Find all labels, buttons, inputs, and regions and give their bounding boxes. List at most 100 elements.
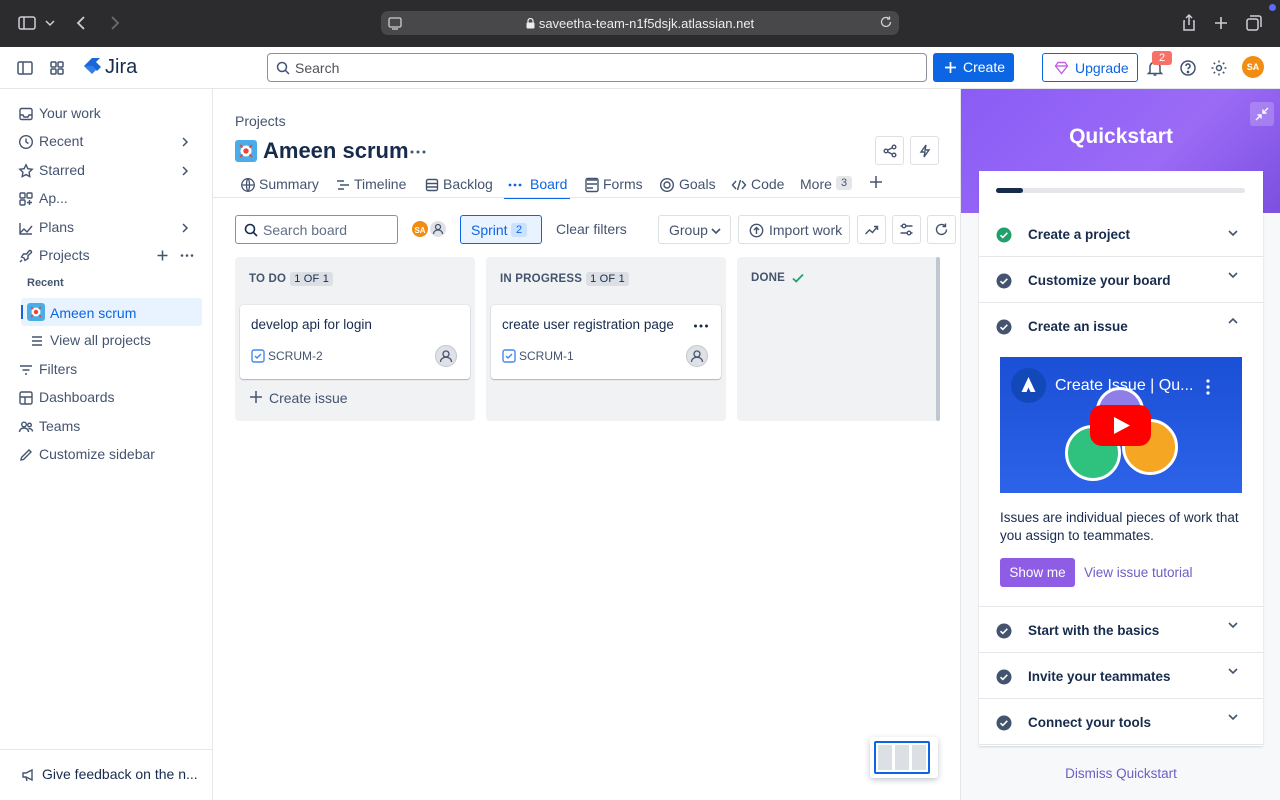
create-button[interactable]: Create [933, 53, 1014, 82]
avatar-filter-unassigned[interactable] [428, 219, 448, 239]
clock-icon [18, 134, 34, 150]
project-name: Ameen scrum [50, 305, 137, 321]
more-options-icon[interactable] [180, 249, 194, 262]
backlog-icon [424, 177, 440, 193]
insights-button[interactable] [857, 215, 886, 244]
chevron-up-icon[interactable] [1227, 315, 1239, 327]
search-board-input[interactable]: Search board [235, 215, 398, 244]
globe-icon [240, 177, 256, 193]
check-circle-icon [996, 669, 1012, 685]
issue-card[interactable]: create user registration page SCRUM-1 [491, 305, 721, 379]
column-header: DONE [751, 272, 785, 284]
give-feedback-button[interactable]: Give feedback on the n... [21, 763, 206, 787]
quickstart-body: Create a project Customize your board Cr… [979, 171, 1263, 746]
sidebar-item-customize[interactable]: Customize sidebar [18, 443, 203, 467]
sidebar-item-projects[interactable]: Projects [18, 244, 203, 268]
dismiss-quickstart-link[interactable]: Dismiss Quickstart [961, 766, 1280, 781]
tutorial-video[interactable]: Create Issue | Qu... [1000, 357, 1242, 493]
app-switcher-icon[interactable] [48, 59, 66, 77]
checklist-item-tools[interactable]: Connect your tools [979, 699, 1263, 745]
video-menu-icon[interactable] [1205, 378, 1211, 396]
board-scrollbar[interactable] [936, 257, 940, 421]
forward-icon[interactable] [104, 13, 124, 33]
sidebar-section-recent: Recent [27, 277, 64, 289]
assignee-avatar-icon[interactable] [686, 345, 708, 367]
app-name[interactable]: Jira [105, 56, 137, 79]
rocket-icon [18, 248, 34, 264]
sidebar-item-starred[interactable]: Starred [18, 159, 203, 183]
apps-grid-icon [18, 191, 34, 207]
sidebar-item-ameen-scrum[interactable]: Ameen scrum [21, 298, 202, 326]
sidebar-item-dashboards[interactable]: Dashboards [18, 386, 203, 410]
breadcrumb[interactable]: Projects [235, 113, 286, 129]
checklist-description: Issues are individual pieces of work tha… [1000, 510, 1239, 543]
diamond-icon [1054, 61, 1069, 75]
reload-icon[interactable] [879, 15, 893, 29]
tab-overview-icon[interactable] [1244, 13, 1264, 33]
sidebar-item-view-all-projects[interactable]: View all projects [29, 329, 214, 353]
settings-gear-icon[interactable] [1210, 59, 1228, 77]
sidebar-item-teams[interactable]: Teams [18, 415, 203, 439]
chevron-down-icon[interactable] [44, 13, 56, 33]
share-button[interactable] [875, 136, 904, 165]
minimap-overview[interactable] [870, 737, 938, 778]
sidebar-toggle-icon[interactable] [17, 13, 37, 33]
youtube-play-icon[interactable] [1090, 405, 1151, 446]
jira-logo-icon[interactable] [81, 56, 103, 78]
checklist-item-basics[interactable]: Start with the basics [979, 607, 1263, 653]
more-actions-icon[interactable] [409, 145, 427, 159]
checklist-item-create-project[interactable]: Create a project [979, 211, 1263, 257]
search-icon [244, 223, 258, 237]
search-input[interactable]: Search [267, 53, 927, 82]
issue-key[interactable]: SCRUM-1 [519, 349, 574, 363]
selected-indicator [21, 305, 23, 319]
add-tab-plus-icon[interactable] [868, 174, 884, 190]
checklist-label[interactable]: Create an issue [1028, 319, 1128, 334]
add-project-plus-icon[interactable] [156, 249, 169, 262]
minimize-icon [1255, 107, 1269, 121]
sidebar-label: Projects [39, 247, 90, 263]
list-icon [29, 333, 45, 349]
address-bar[interactable]: saveetha-team-n1f5dsjk.atlassian.net [381, 11, 899, 35]
issue-card[interactable]: develop api for login SCRUM-2 [240, 305, 470, 379]
check-circle-icon [996, 319, 1012, 335]
minimize-button[interactable] [1250, 102, 1274, 126]
avatar-filter-sa[interactable]: SA [410, 219, 430, 239]
upgrade-button[interactable]: Upgrade [1042, 53, 1138, 82]
upload-icon [749, 223, 764, 238]
sidebar-item-apps[interactable]: Ap... [18, 187, 203, 211]
assignee-avatar-icon[interactable] [435, 345, 457, 367]
column-in-progress: IN PROGRESS 1 OF 1 create user registrati… [486, 257, 726, 421]
automation-button[interactable] [910, 136, 939, 165]
issue-key[interactable]: SCRUM-2 [268, 349, 323, 363]
create-issue-button[interactable]: Create issue [269, 390, 348, 406]
card-more-icon[interactable] [693, 321, 709, 331]
filter-icon [18, 362, 34, 378]
sprint-filter-button[interactable]: Sprint 2 [460, 215, 542, 244]
collapse-sidebar-icon[interactable] [16, 59, 34, 77]
back-icon[interactable] [72, 13, 92, 33]
checklist-item-invite[interactable]: Invite your teammates [979, 653, 1263, 699]
group-dropdown[interactable]: Group [658, 215, 731, 244]
user-avatar[interactable]: SA [1242, 56, 1264, 78]
refresh-button[interactable] [927, 215, 956, 244]
tab-label: Goals [679, 176, 716, 192]
sidebar-item-recent[interactable]: Recent [18, 130, 203, 154]
view-tutorial-link[interactable]: View issue tutorial [1084, 565, 1193, 580]
minimap-viewport[interactable] [874, 741, 930, 774]
show-me-button[interactable]: Show me [1000, 558, 1075, 587]
sidebar-item-your-work[interactable]: Your work [18, 102, 203, 126]
chevron-right-icon [179, 165, 191, 177]
view-settings-button[interactable] [892, 215, 921, 244]
help-icon[interactable] [1179, 59, 1197, 77]
sidebar-item-plans[interactable]: Plans [18, 216, 203, 240]
share-icon[interactable] [1179, 13, 1199, 33]
sidebar-item-filters[interactable]: Filters [18, 358, 203, 382]
story-checkbox-icon [502, 349, 516, 363]
progress-track [996, 188, 1245, 193]
clear-filters-button[interactable]: Clear filters [556, 221, 627, 237]
new-tab-icon[interactable] [1211, 13, 1231, 33]
sidebar-label: Ap... [39, 190, 68, 206]
checklist-item-customize-board[interactable]: Customize your board [979, 257, 1263, 303]
import-work-button[interactable]: Import work [738, 215, 850, 244]
